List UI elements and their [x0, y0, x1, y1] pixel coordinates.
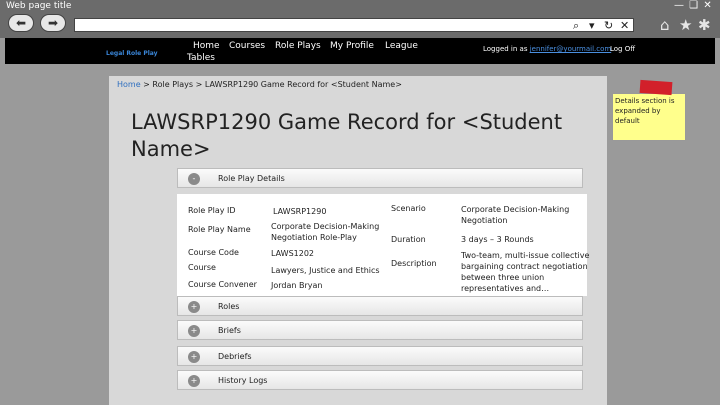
section-header-history-logs[interactable]: + History Logs: [177, 370, 583, 390]
nav-my-profile[interactable]: My Profile: [330, 41, 374, 51]
scenario-value: Corporate Decision-Making Negotiation: [461, 205, 570, 225]
window-title: Web page title: [6, 1, 72, 11]
expand-icon[interactable]: +: [188, 375, 200, 387]
sticky-tape: [639, 79, 673, 96]
section-header-debriefs[interactable]: + Debriefs: [177, 346, 583, 366]
section-title: Briefs: [218, 326, 241, 335]
sticky-note-text: Details section is expanded by default: [615, 97, 675, 125]
course-convener-label: Course Convener: [188, 280, 257, 289]
forward-arrow-icon: ➡: [47, 16, 59, 30]
section-title: Roles: [218, 302, 240, 311]
back-arrow-icon: ⬅: [15, 16, 27, 30]
expand-icon[interactable]: +: [188, 351, 200, 363]
course-code-label: Course Code: [188, 248, 239, 257]
section-title: Debriefs: [218, 352, 252, 361]
breadcrumb-home[interactable]: Home: [117, 80, 141, 89]
nav-home[interactable]: Home: [193, 41, 220, 51]
section-header-briefs[interactable]: + Briefs: [177, 320, 583, 340]
back-button[interactable]: ⬅: [8, 14, 34, 32]
nav-role-plays[interactable]: Role Plays: [275, 41, 321, 51]
page-title: LAWSRP1290 Game Record for <Student Name…: [131, 110, 563, 161]
scenario-label: Scenario: [391, 204, 426, 213]
nav-league[interactable]: League: [385, 41, 418, 51]
expand-icon[interactable]: +: [188, 325, 200, 337]
star-icon[interactable]: ★: [679, 16, 692, 34]
expand-icon[interactable]: +: [188, 301, 200, 313]
nav-tables[interactable]: Tables: [187, 53, 215, 63]
site-logo[interactable]: Legal Role Play: [106, 50, 158, 57]
duration-value: 3 days – 3 Rounds: [461, 235, 534, 244]
duration-label: Duration: [391, 235, 426, 244]
log-off-link[interactable]: Log Off: [610, 45, 635, 53]
settings-icon[interactable]: ✱: [698, 16, 711, 34]
logged-in-status: Logged in as jennifer@yourmail.com: [483, 45, 611, 53]
user-email-link[interactable]: jennifer@yourmail.com: [530, 45, 612, 53]
logged-in-label: Logged in as: [483, 45, 530, 53]
close-icon[interactable]: ✕: [620, 19, 629, 32]
refresh-icon[interactable]: ↻: [604, 19, 613, 32]
breadcrumb-trail: > Role Plays > LAWSRP1290 Game Record fo…: [140, 80, 402, 89]
home-icon[interactable]: ⌂: [660, 16, 670, 34]
window-controls[interactable]: — ❑ ✕: [674, 0, 713, 11]
search-icon[interactable]: ⌕: [573, 19, 579, 33]
section-header-details[interactable]: - Role Play Details: [177, 168, 583, 188]
chevron-down-icon[interactable]: ▾: [589, 19, 595, 32]
role-play-name-label: Role Play Name: [188, 225, 251, 234]
collapse-icon[interactable]: -: [188, 173, 200, 185]
description-label: Description: [391, 259, 437, 268]
nav-courses[interactable]: Courses: [229, 41, 265, 51]
role-play-id-label: Role Play ID: [188, 206, 236, 215]
forward-button[interactable]: ➡: [40, 14, 66, 32]
section-header-roles[interactable]: + Roles: [177, 296, 583, 316]
course-code-value: LAWS1202: [271, 249, 315, 258]
address-bar[interactable]: [74, 18, 634, 32]
course-convener-value: Jordan Bryan: [271, 281, 323, 290]
course-label: Course: [188, 263, 216, 272]
breadcrumb: Home > Role Plays > LAWSRP1290 Game Reco…: [117, 80, 402, 89]
description-value: Two-team, multi-issue collective bargain…: [461, 251, 590, 293]
role-play-id-value: LAWSRP1290: [273, 207, 327, 216]
section-title: History Logs: [218, 376, 268, 385]
role-play-name-value: Corporate Decision-Making Negotiation Ro…: [271, 222, 380, 242]
section-title: Role Play Details: [218, 174, 285, 183]
course-value: Lawyers, Justice and Ethics: [271, 266, 380, 275]
